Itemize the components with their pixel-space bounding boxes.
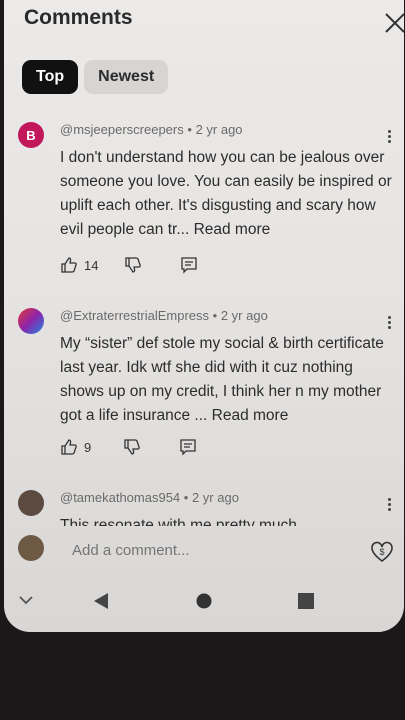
comment-meta: @ExtraterrestrialEmpress • 2 yr ago <box>60 308 268 323</box>
comment-actions: 9 <box>60 438 197 456</box>
meta-separator: • <box>183 490 189 505</box>
recents-icon[interactable] <box>298 593 314 609</box>
reply-icon[interactable] <box>180 256 198 274</box>
comment-author[interactable]: @msjeeperscreepers <box>60 122 184 137</box>
comment-meta: @msjeeperscreepers • 2 yr ago <box>60 122 243 137</box>
comment-text: I don't understand how you can be jealou… <box>60 146 392 242</box>
meta-separator: • <box>212 308 218 323</box>
like-count: 14 <box>84 257 99 273</box>
thumbs-up-icon[interactable] <box>60 438 78 456</box>
comment-age: 2 yr ago <box>191 490 239 505</box>
avatar-letter: B <box>26 127 36 143</box>
tab-newest[interactable]: Newest <box>84 60 169 94</box>
comment-composer: $ <box>4 530 404 572</box>
comment-age: 2 yr ago <box>220 308 268 323</box>
avatar[interactable] <box>18 490 44 516</box>
comment-item: @ExtraterrestrialEmpress • 2 yr ago My “… <box>18 308 400 468</box>
read-more-link[interactable]: Read more <box>212 407 289 424</box>
thumbs-down-icon[interactable] <box>123 438 141 456</box>
thumbs-down-icon[interactable] <box>124 256 142 274</box>
more-vert-icon[interactable] <box>388 314 392 331</box>
thumbs-up-icon[interactable] <box>60 256 78 274</box>
avatar[interactable] <box>18 308 44 334</box>
page-title: Comments <box>24 6 133 29</box>
like-count: 9 <box>84 439 92 455</box>
avatar[interactable]: B <box>18 122 44 148</box>
meta-separator: • <box>187 122 192 137</box>
avatar <box>18 535 44 561</box>
more-vert-icon[interactable] <box>388 128 392 145</box>
comment-input[interactable] <box>60 534 370 568</box>
sort-tabs: Top Newest <box>22 60 169 94</box>
comments-header: Comments <box>24 6 133 30</box>
comment-text: My “sister” def stole my social & birth … <box>60 332 392 428</box>
comment-age: 2 yr ago <box>195 122 243 137</box>
comment-item: B @msjeeperscreepers • 2 yr ago I don't … <box>18 122 400 282</box>
home-icon[interactable] <box>196 593 212 609</box>
comment-meta: @tamekathomas954 • 2 yr ago <box>60 490 239 505</box>
more-vert-icon[interactable] <box>388 496 392 513</box>
comment-author[interactable]: @tamekathomas954 <box>60 490 180 505</box>
svg-text:$: $ <box>379 547 384 557</box>
comment-actions: 14 <box>60 256 198 274</box>
close-icon[interactable] <box>384 12 404 34</box>
comment-author[interactable]: @ExtraterrestrialEmpress <box>60 308 209 323</box>
tab-top[interactable]: Top <box>22 60 79 94</box>
comments-sheet: Comments Top Newest B @msjeeperscreepers… <box>4 0 404 632</box>
comment-body: This resonate with me pretty much <box>60 517 297 526</box>
chevron-down-icon[interactable] <box>18 594 34 606</box>
comment-item: @tamekathomas954 • 2 yr ago This resonat… <box>18 490 400 526</box>
back-icon[interactable] <box>92 592 110 610</box>
super-thanks-icon[interactable]: $ <box>370 540 394 564</box>
reply-icon[interactable] <box>179 438 197 456</box>
comment-text: This resonate with me pretty much <box>60 514 392 526</box>
read-more-link[interactable]: Read more <box>194 221 271 238</box>
system-nav-bar <box>4 586 404 622</box>
